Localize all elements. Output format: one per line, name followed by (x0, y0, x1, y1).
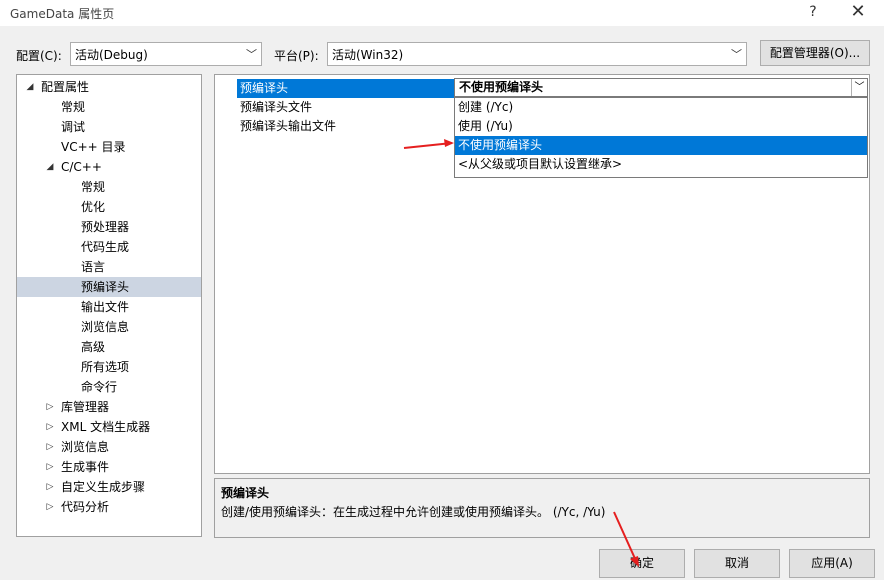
tree-item[interactable]: 预编译头 (17, 277, 201, 297)
config-select[interactable]: 活动(Debug) ﹀ (70, 42, 262, 66)
tree-item-label: 预编译头 (81, 280, 130, 294)
tree-item[interactable]: ▷ 生成事件 (17, 457, 201, 477)
chevron-down-icon: ﹀ (731, 48, 742, 61)
tree-item-label: 代码分析 (61, 500, 110, 514)
expand-arrow-icon[interactable]: ▷ (45, 397, 55, 417)
close-button[interactable]: ✕ (840, 0, 876, 26)
tree-item-label: 调试 (61, 120, 86, 134)
apply-button[interactable]: 应用(A) (789, 549, 875, 578)
property-row[interactable]: 预编译头文件 (215, 98, 455, 117)
tree-item[interactable]: 输出文件 (17, 297, 201, 317)
tree-item[interactable]: 代码生成 (17, 237, 201, 257)
tree-item[interactable]: 常规 (17, 177, 201, 197)
tree-item-label: 所有选项 (81, 360, 130, 374)
tree-item[interactable]: ▷ 自定义生成步骤 (17, 477, 201, 497)
tree-item[interactable]: ▷ 浏览信息 (17, 437, 201, 457)
dropdown-option[interactable]: <从父级或项目默认设置继承> (455, 155, 867, 174)
tree-item-label: 命令行 (81, 380, 118, 394)
chevron-down-icon[interactable]: ﹀ (851, 79, 867, 96)
property-name: 预编译头文件 (240, 100, 313, 114)
property-name: 预编译头 (237, 79, 455, 98)
description-title: 预编译头 (221, 486, 270, 500)
config-label: 配置(C): (16, 49, 62, 63)
property-row[interactable]: 预编译头输出文件 (215, 117, 455, 136)
tree-item[interactable]: 优化 (17, 197, 201, 217)
tree-item-label: XML 文档生成器 (61, 420, 151, 434)
tree-item[interactable]: 命令行 (17, 377, 201, 397)
collapse-arrow-icon[interactable]: ◢ (45, 157, 55, 177)
property-value-select[interactable]: 不使用预编译头 ﹀ (454, 78, 868, 97)
description-text: 创建/使用预编译头：在生成过程中允许创建或使用预编译头。 (/Yc, /Yu) (221, 505, 606, 519)
tree-item-label: 浏览信息 (61, 440, 110, 454)
dropdown-option[interactable]: 使用 (/Yu) (455, 117, 867, 136)
tree-item-label: 预处理器 (81, 220, 130, 234)
description-panel: 预编译头 创建/使用预编译头：在生成过程中允许创建或使用预编译头。 (/Yc, … (214, 478, 870, 538)
tree-item-label: 高级 (81, 340, 106, 354)
tree-item[interactable]: 常规 (17, 97, 201, 117)
expand-arrow-icon[interactable]: ▷ (45, 417, 55, 437)
expand-arrow-icon[interactable]: ▷ (45, 437, 55, 457)
tree-item-label: 配置属性 (41, 80, 90, 94)
property-name: 预编译头输出文件 (240, 119, 337, 133)
expand-arrow-icon[interactable]: ▷ (45, 457, 55, 477)
platform-select[interactable]: 活动(Win32) ﹀ (327, 42, 747, 66)
property-row[interactable]: 预编译头 (215, 79, 455, 98)
tree-item-label: 浏览信息 (81, 320, 130, 334)
chevron-down-icon: ﹀ (246, 48, 257, 61)
tree-item-label: 常规 (81, 180, 106, 194)
title-bar: GameData 属性页 ? ✕ (0, 0, 884, 26)
property-tree[interactable]: ◢ 配置属性 常规 调试 VC++ 目录 ◢ C/C++ 常规 优化 预处理器 代码生成 语言 预编译头… (16, 74, 202, 537)
help-button[interactable]: ? (795, 0, 831, 26)
tree-item-label: 输出文件 (81, 300, 130, 314)
ok-button[interactable]: 确定 (599, 549, 685, 578)
tree-item-label: 库管理器 (61, 400, 110, 414)
tree-item-label: VC++ 目录 (61, 140, 126, 154)
tree-item[interactable]: ▷ 代码分析 (17, 497, 201, 517)
tree-item[interactable]: 所有选项 (17, 357, 201, 377)
tree-item[interactable]: 浏览信息 (17, 317, 201, 337)
tree-item-label: C/C++ (61, 160, 102, 174)
tree-item[interactable]: VC++ 目录 (17, 137, 201, 157)
tree-item-label: 生成事件 (61, 460, 110, 474)
tree-item-label: 语言 (81, 260, 106, 274)
cancel-button[interactable]: 取消 (694, 549, 780, 578)
tree-item-label: 代码生成 (81, 240, 130, 254)
platform-select-value: 活动(Win32) (332, 48, 404, 62)
dropdown-list[interactable]: 创建 (/Yc) 使用 (/Yu) 不使用预编译头 <从父级或项目默认设置继承> (454, 97, 868, 178)
dropdown-option-selected[interactable]: 不使用预编译头 (455, 136, 867, 155)
dropdown-option[interactable]: 创建 (/Yc) (455, 98, 867, 117)
tree-item-label: 常规 (61, 100, 86, 114)
window-title: GameData 属性页 (10, 7, 115, 21)
tree-item[interactable]: ◢ C/C++ (17, 157, 201, 177)
config-select-value: 活动(Debug) (75, 48, 148, 62)
tree-item[interactable]: 语言 (17, 257, 201, 277)
expand-arrow-icon[interactable]: ▷ (45, 497, 55, 517)
collapse-arrow-icon[interactable]: ◢ (25, 77, 35, 97)
tree-item[interactable]: ▷ XML 文档生成器 (17, 417, 201, 437)
expand-arrow-icon[interactable]: ▷ (45, 477, 55, 497)
tree-item[interactable]: 高级 (17, 337, 201, 357)
tree-item[interactable]: 调试 (17, 117, 201, 137)
tree-item[interactable]: ▷ 库管理器 (17, 397, 201, 417)
config-manager-button[interactable]: 配置管理器(O)... (760, 40, 870, 66)
tree-item-label: 自定义生成步骤 (61, 480, 146, 494)
tree-item[interactable]: 预处理器 (17, 217, 201, 237)
property-value-text: 不使用预编译头 (459, 80, 544, 94)
tree-item[interactable]: ◢ 配置属性 (17, 77, 201, 97)
platform-label: 平台(P): (274, 49, 319, 63)
tree-item-label: 优化 (81, 200, 106, 214)
